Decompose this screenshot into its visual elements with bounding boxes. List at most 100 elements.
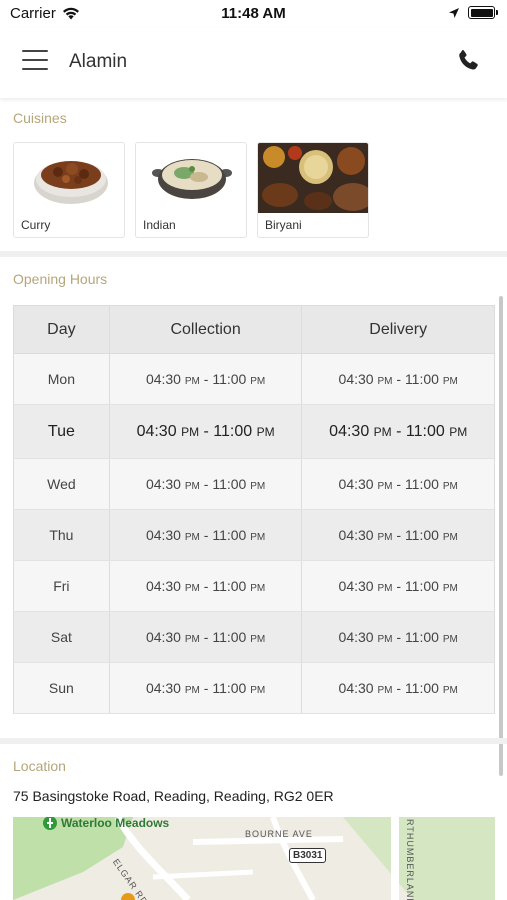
delivery-hours-cell: 04:30 PM - 11:00 PM (301, 560, 495, 612)
table-row: Fri 04:30 PM - 11:00 PM 04:30 PM - 11:00 P… (13, 560, 495, 612)
cuisine-label: Biryani (265, 218, 302, 232)
time-value: 11:00 (212, 680, 247, 696)
clock: 11:48 AM (221, 5, 286, 22)
day-cell: Sun (13, 662, 110, 714)
time-value: 04:30 (145, 629, 181, 645)
location-heading: Location (13, 758, 66, 774)
time-value: 11:00 (404, 371, 439, 387)
status-bar: Carrier 11:48 AM (0, 0, 507, 28)
delivery-hours-cell: 04:30 PM - 11:00 PM (301, 611, 495, 663)
ampm-label: PM (184, 481, 200, 492)
ampm-label: PM (377, 376, 393, 387)
ampm-label: PM (184, 376, 200, 387)
ampm-label: PM (442, 634, 458, 645)
address-text: 75 Basingstoke Road, Reading, Reading, R… (13, 788, 334, 804)
cuisine-card-indian[interactable]: Indian (135, 142, 247, 238)
app-header: Alamin (0, 28, 507, 98)
status-icons (448, 6, 498, 19)
battery-icon (468, 6, 498, 19)
time-value: 11:00 (404, 578, 439, 594)
delivery-hours-cell: 04:30 PM - 11:00 PM (301, 509, 495, 561)
table-row: Sat 04:30 PM - 11:00 PM 04:30 PM - 11:00 P… (13, 611, 495, 663)
ampm-label: PM (377, 583, 393, 594)
ampm-label: PM (250, 634, 266, 645)
time-value: 04:30 (145, 680, 181, 696)
ampm-label: PM (256, 424, 275, 439)
table-row: Mon 04:30 PM - 11:00 PM 04:30 PM - 11:00 P… (13, 353, 495, 405)
map-road-badge: B3031 (289, 848, 327, 863)
phone-icon[interactable] (455, 48, 481, 74)
time-value: 04:30 (338, 527, 374, 543)
delivery-hours-cell: 04:30 PM - 11:00 PM (301, 662, 495, 714)
time-value: 11:00 (212, 476, 247, 492)
delivery-hours-cell: 04:30 PM - 11:00 PM (301, 458, 495, 510)
cuisine-card-biryani[interactable]: Biryani (257, 142, 369, 238)
day-cell: Tue (13, 404, 110, 459)
collection-hours-cell: 04:30 PM - 11:00 PM (108, 560, 303, 612)
column-header-collection: Collection (108, 305, 303, 354)
day-cell: Mon (13, 353, 110, 405)
time-value: 11:00 (212, 578, 247, 594)
section-divider (0, 251, 507, 257)
ampm-label: PM (184, 583, 200, 594)
ampm-label: PM (250, 376, 266, 387)
table-row: Thu 04:30 PM - 11:00 PM 04:30 PM - 11:00 P… (13, 509, 495, 561)
opening-hours-heading: Opening Hours (13, 271, 108, 287)
ampm-label: PM (250, 685, 266, 696)
time-value: 04:30 (338, 680, 374, 696)
time-value: 04:30 (338, 629, 374, 645)
ampm-label: PM (184, 532, 200, 543)
cuisine-label: Curry (21, 218, 51, 232)
time-value: 04:30 (145, 476, 181, 492)
ampm-label: PM (250, 481, 266, 492)
collection-hours-cell: 04:30 PM - 11:00 PM (108, 404, 303, 459)
location-arrow-icon (449, 7, 459, 18)
ampm-label: PM (184, 634, 200, 645)
day-cell: Thu (13, 509, 110, 561)
time-value: 04:30 (145, 527, 181, 543)
opening-hours-table: Day Collection Delivery Mon 04:30 PM - 11… (13, 305, 495, 714)
cuisine-label: Indian (143, 218, 176, 232)
ampm-label: PM (377, 532, 393, 543)
time-value: 11:00 (404, 680, 439, 696)
collection-hours-cell: 04:30 PM - 11:00 PM (108, 662, 303, 714)
table-header-row: Day Collection Delivery (13, 305, 495, 354)
ampm-label: PM (377, 685, 393, 696)
column-header-day: Day (13, 305, 110, 354)
ampm-label: PM (250, 583, 266, 594)
ampm-label: PM (442, 376, 458, 387)
ampm-label: PM (442, 532, 458, 543)
time-value: 04:30 (136, 422, 177, 440)
table-row: Tue 04:30 PM - 11:00 PM 04:30 PM - 11:00 P… (13, 404, 495, 459)
ampm-label: PM (442, 583, 458, 594)
section-divider (0, 738, 507, 744)
time-value: 04:30 (145, 371, 181, 387)
time-value: 04:30 (338, 476, 374, 492)
ampm-label: PM (181, 424, 200, 439)
time-value: 04:30 (329, 422, 370, 440)
time-value: 11:00 (404, 476, 439, 492)
curry-image (14, 143, 124, 213)
map-label-street: RTHUMBERLAND (405, 819, 415, 900)
opening-hours-rows: Mon 04:30 PM - 11:00 PM 04:30 PM - 11:00 P… (13, 353, 495, 714)
ampm-label: PM (377, 634, 393, 645)
time-value: 11:00 (404, 629, 439, 645)
table-row: Wed 04:30 PM - 11:00 PM 04:30 PM - 11:00 P… (13, 458, 495, 510)
time-value: 11:00 (212, 371, 247, 387)
location-map[interactable]: Waterloo Meadows BOURNE AVE ELGAR RD S B… (13, 817, 495, 900)
delivery-hours-cell: 04:30 PM - 11:00 PM (301, 353, 495, 405)
collection-hours-cell: 04:30 PM - 11:00 PM (108, 458, 303, 510)
cuisine-card-curry[interactable]: Curry (13, 142, 125, 238)
day-cell: Sat (13, 611, 110, 663)
ampm-label: PM (377, 481, 393, 492)
map-label-street: BOURNE AVE (245, 829, 313, 839)
hamburger-menu-icon[interactable] (22, 50, 48, 72)
column-header-delivery: Delivery (301, 305, 495, 354)
time-value: 04:30 (145, 578, 181, 594)
ampm-label: PM (373, 424, 392, 439)
day-cell: Fri (13, 560, 110, 612)
scrollbar[interactable] (499, 296, 503, 776)
time-value: 04:30 (338, 371, 374, 387)
ampm-label: PM (442, 685, 458, 696)
collection-hours-cell: 04:30 PM - 11:00 PM (108, 611, 303, 663)
